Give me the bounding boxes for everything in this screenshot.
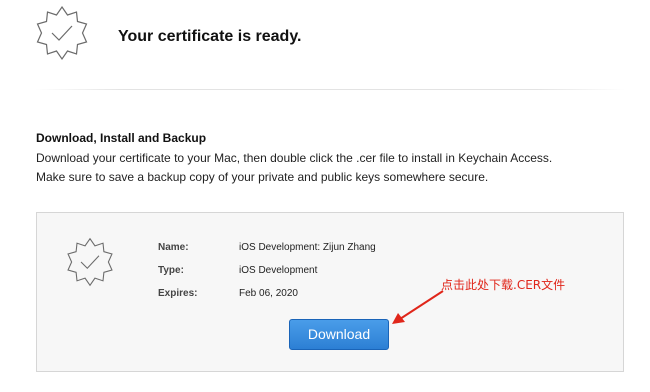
certificate-badge-icon (67, 237, 113, 287)
divider (35, 89, 625, 90)
section-heading: Download, Install and Backup (36, 131, 207, 145)
instructions-line-2: Make sure to save a backup copy of your … (36, 170, 489, 184)
page-title: Your certificate is ready. (118, 28, 302, 45)
name-label: Name: (158, 242, 189, 253)
expires-label: Expires: (158, 288, 198, 299)
type-value: iOS Development (239, 265, 318, 276)
type-label: Type: (158, 265, 184, 276)
instructions-line-1: Download your certificate to your Mac, t… (36, 151, 553, 165)
certificate-badge-icon (36, 5, 88, 61)
name-value: iOS Development: Zijun Zhang (239, 242, 376, 253)
annotation-arrow-icon (392, 290, 444, 324)
certificate-ready-page: Your certificate is ready. Download, Ins… (0, 0, 650, 392)
download-button[interactable]: Download (289, 319, 389, 350)
expires-value: Feb 06, 2020 (239, 288, 298, 299)
annotation-text: 点击此处下载.CER文件 (441, 278, 566, 292)
